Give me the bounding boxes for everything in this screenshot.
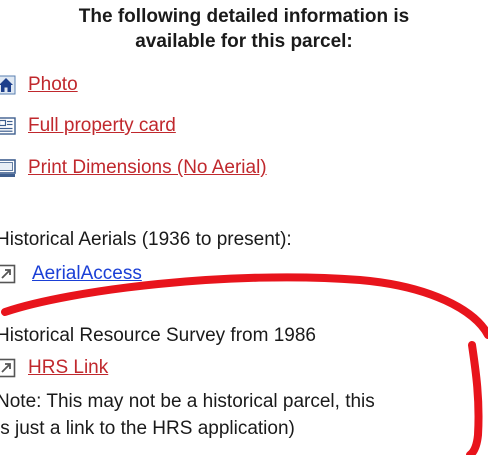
heading-line-1: The following detailed information is bbox=[78, 6, 410, 27]
photo-row[interactable]: Photo bbox=[0, 72, 78, 98]
historical-survey-label: Historical Resource Survey from 1986 bbox=[0, 325, 316, 346]
external-link-icon[interactable] bbox=[0, 358, 16, 378]
print-dimensions-link[interactable]: Print Dimensions (No Aerial) bbox=[28, 157, 267, 179]
print-dimensions-row[interactable]: Print Dimensions (No Aerial) bbox=[0, 155, 267, 181]
property-card-row[interactable]: Full property card bbox=[0, 113, 176, 139]
external-link-icon[interactable] bbox=[0, 264, 16, 284]
photo-link[interactable]: Photo bbox=[28, 74, 78, 96]
aerial-access-link[interactable]: AerialAccess bbox=[32, 263, 142, 285]
aerial-access-row[interactable]: AerialAccess bbox=[0, 261, 142, 287]
monitor-icon[interactable] bbox=[0, 158, 16, 178]
heading-line-2: available for this parcel: bbox=[135, 31, 353, 52]
hrs-link-row[interactable]: HRS Link bbox=[0, 355, 108, 381]
hrs-link[interactable]: HRS Link bbox=[28, 357, 108, 379]
historical-aerials-label: Historical Aerials (1936 to present): bbox=[0, 229, 292, 250]
home-icon[interactable] bbox=[0, 75, 16, 95]
card-icon[interactable] bbox=[0, 116, 16, 136]
property-card-link[interactable]: Full property card bbox=[28, 115, 176, 137]
panel-heading: The following detailed information is av… bbox=[0, 4, 488, 54]
note-line-1: Note: This may not be a historical parce… bbox=[0, 391, 375, 412]
parcel-info-panel: The following detailed information is av… bbox=[0, 0, 488, 455]
note-line-2: is just a link to the HRS application) bbox=[0, 418, 295, 439]
